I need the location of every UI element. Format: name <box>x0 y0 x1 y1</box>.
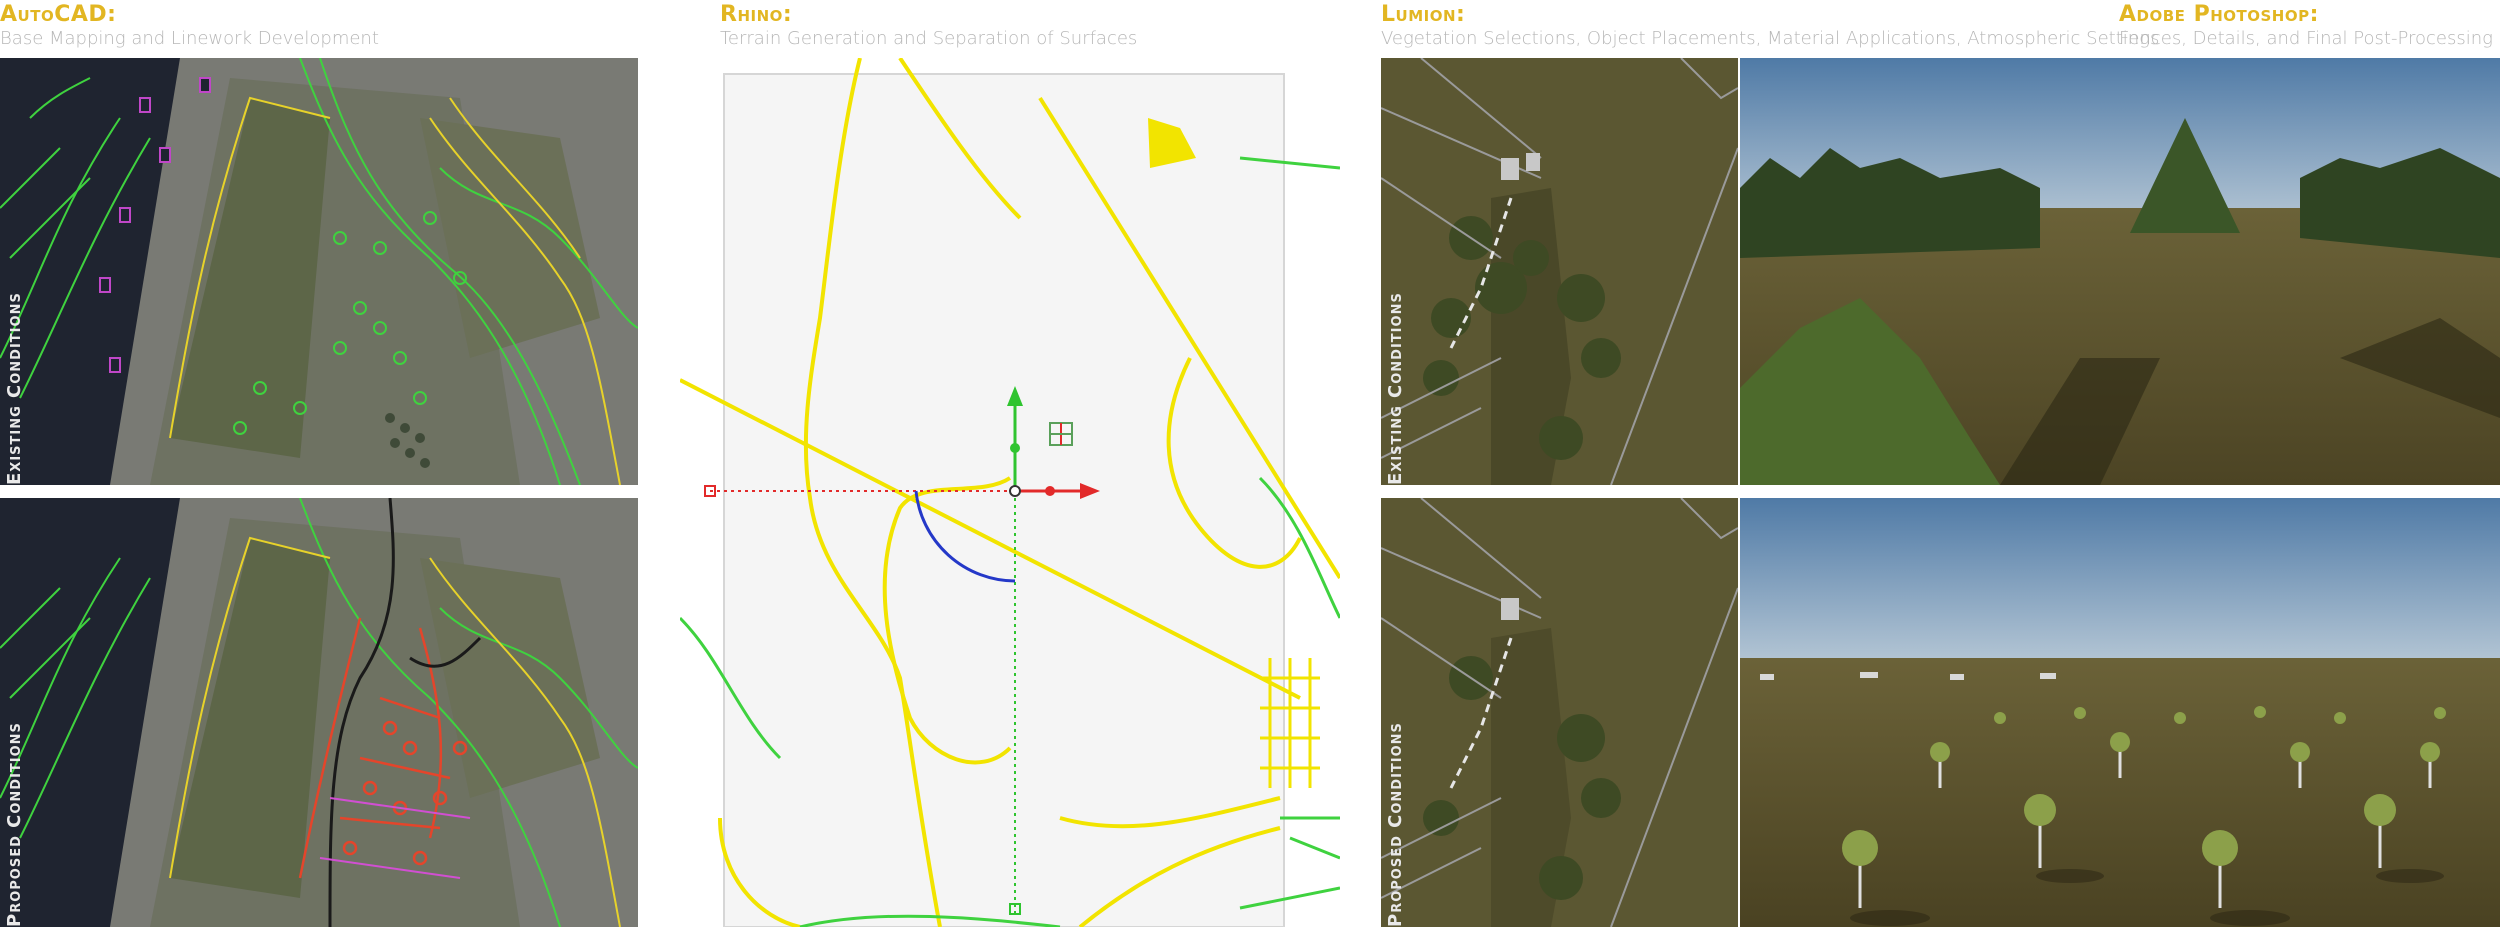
row-label-existing: Existing Conditions <box>4 292 25 485</box>
header-subtitle: Fences, Details, and Final Post-Processi… <box>2119 28 2493 49</box>
header-subtitle: Terrain Generation and Separation of Sur… <box>720 28 1138 49</box>
autocad-proposed-panel: Proposed Conditions <box>0 498 638 927</box>
header-photoshop: Adobe Photoshop: Fences, Details, and Fi… <box>2119 2 2493 50</box>
autocad-existing-panel: Existing Conditions <box>0 58 638 485</box>
rhino-drawing <box>680 58 1340 927</box>
header-title: Adobe Photoshop: <box>2119 2 2319 27</box>
header-rhino: Rhino: Terrain Generation and Separation… <box>720 2 1137 50</box>
header-title: Lumion: <box>1381 2 1466 27</box>
lumion-proposed-aerial: Proposed Conditions <box>1381 498 1738 927</box>
header-title: AutoCAD: <box>0 2 117 27</box>
row-label-proposed: Proposed Conditions <box>1385 722 1406 927</box>
lumion-aerial-render <box>1381 498 1738 927</box>
header-subtitle: Base Mapping and Linework Development <box>0 28 379 49</box>
row-label-proposed: Proposed Conditions <box>4 722 25 927</box>
autocad-existing-drawing <box>0 58 638 485</box>
header-title: Rhino: <box>720 2 793 27</box>
photoshop-proposed-render <box>1740 498 2500 927</box>
perspective-render <box>1740 58 2500 485</box>
lumion-existing-aerial: Existing Conditions <box>1381 58 1738 485</box>
header-autocad: AutoCAD: Base Mapping and Linework Devel… <box>0 2 379 50</box>
perspective-render <box>1740 498 2500 927</box>
autocad-proposed-drawing <box>0 498 638 927</box>
photoshop-existing-render <box>1740 58 2500 485</box>
header-subtitle: Vegetation Selections, Object Placements… <box>1381 28 2160 49</box>
header-lumion: Lumion: Vegetation Selections, Object Pl… <box>1381 2 2159 50</box>
row-label-existing: Existing Conditions <box>1385 292 1406 485</box>
rhino-viewport <box>680 58 1340 927</box>
lumion-aerial-render <box>1381 58 1738 485</box>
